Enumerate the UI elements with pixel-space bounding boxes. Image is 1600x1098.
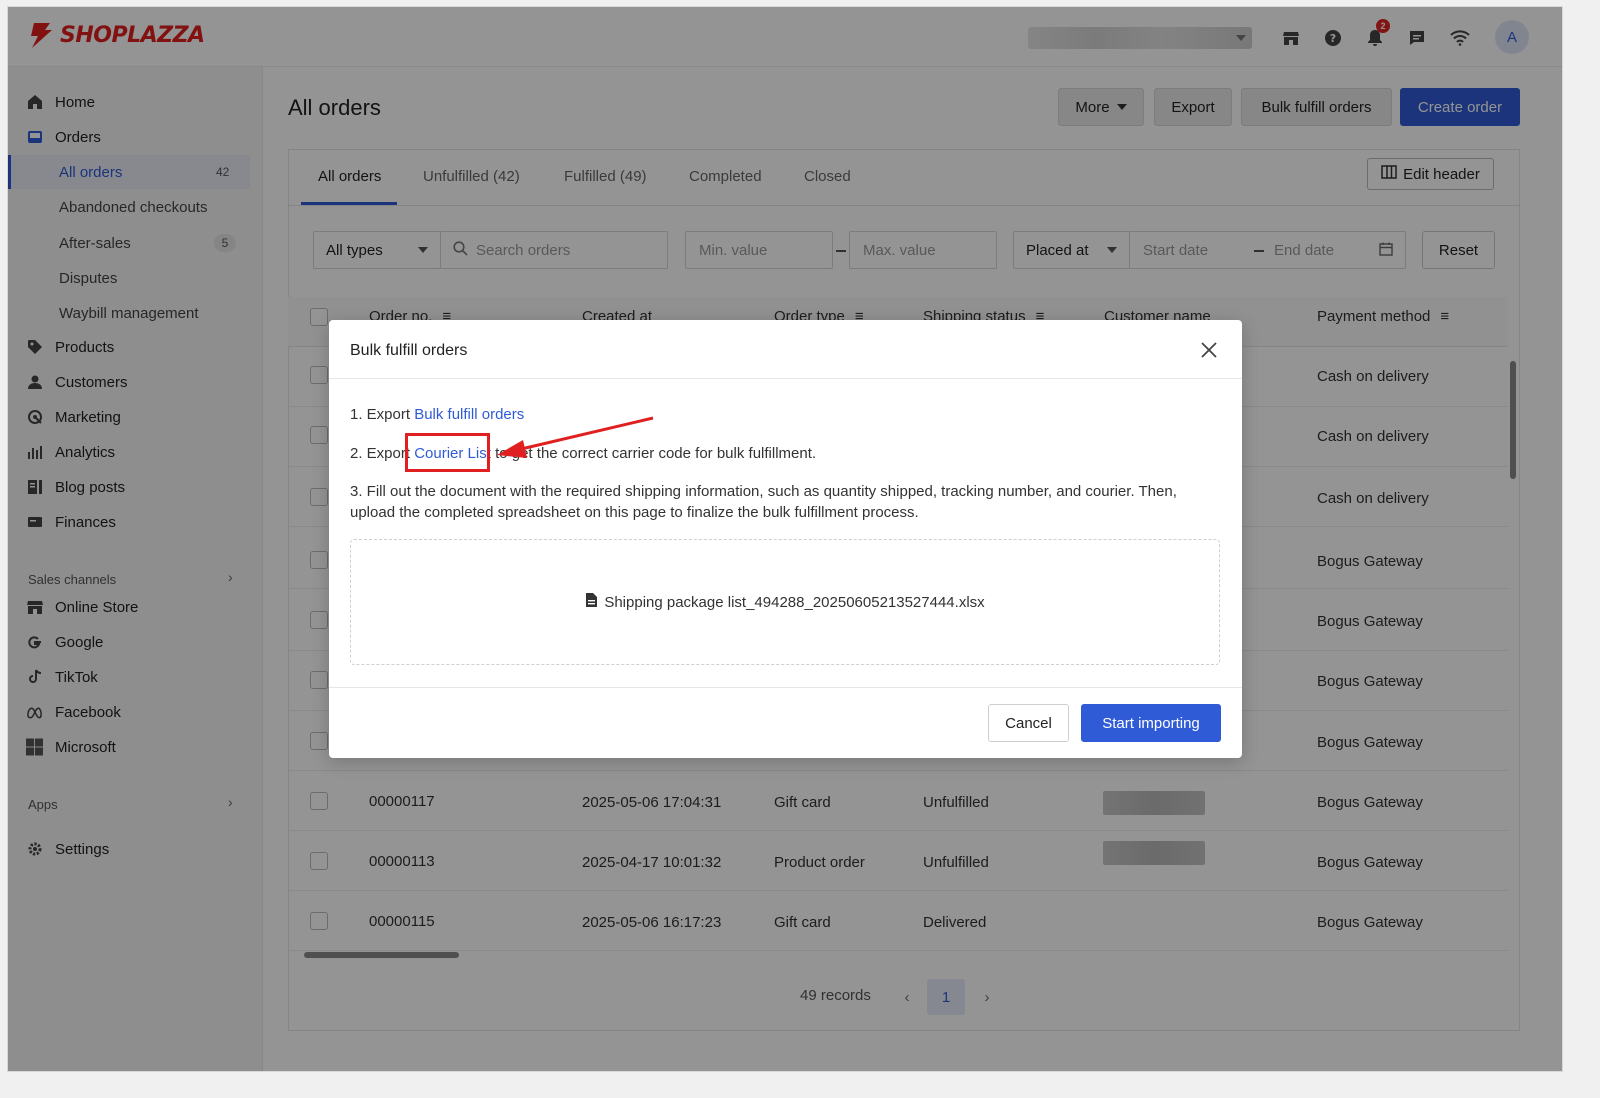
- file-upload-area[interactable]: Shipping package list_494288_20250605213…: [350, 539, 1220, 665]
- dialog-header-divider: [329, 378, 1242, 379]
- step-text: 3. Fill out the document with the requir…: [350, 483, 1177, 500]
- cancel-button[interactable]: Cancel: [988, 704, 1069, 742]
- start-importing-button[interactable]: Start importing: [1081, 704, 1221, 742]
- step-text: upload the completed spreadsheet on this…: [350, 504, 919, 521]
- dialog-title: Bulk fulfill orders: [350, 342, 468, 359]
- file-icon: [585, 592, 598, 612]
- uploaded-file-name: Shipping package list_494288_20250605213…: [604, 593, 985, 611]
- annotation-arrow-icon: [497, 416, 654, 458]
- dialog-footer-divider: [329, 687, 1242, 688]
- app-window: SHOPLAZZA ? 2 A Home Orders All orders 4…: [7, 6, 1563, 1072]
- bulk-fulfill-dialog: Bulk fulfill orders 1. Export Bulk fulfi…: [329, 320, 1242, 758]
- annotation-highlight-box: [405, 433, 490, 472]
- step-text: 1. Export: [350, 406, 415, 423]
- step-3: 3. Fill out the document with the requir…: [350, 481, 1220, 523]
- close-icon[interactable]: [1199, 340, 1223, 364]
